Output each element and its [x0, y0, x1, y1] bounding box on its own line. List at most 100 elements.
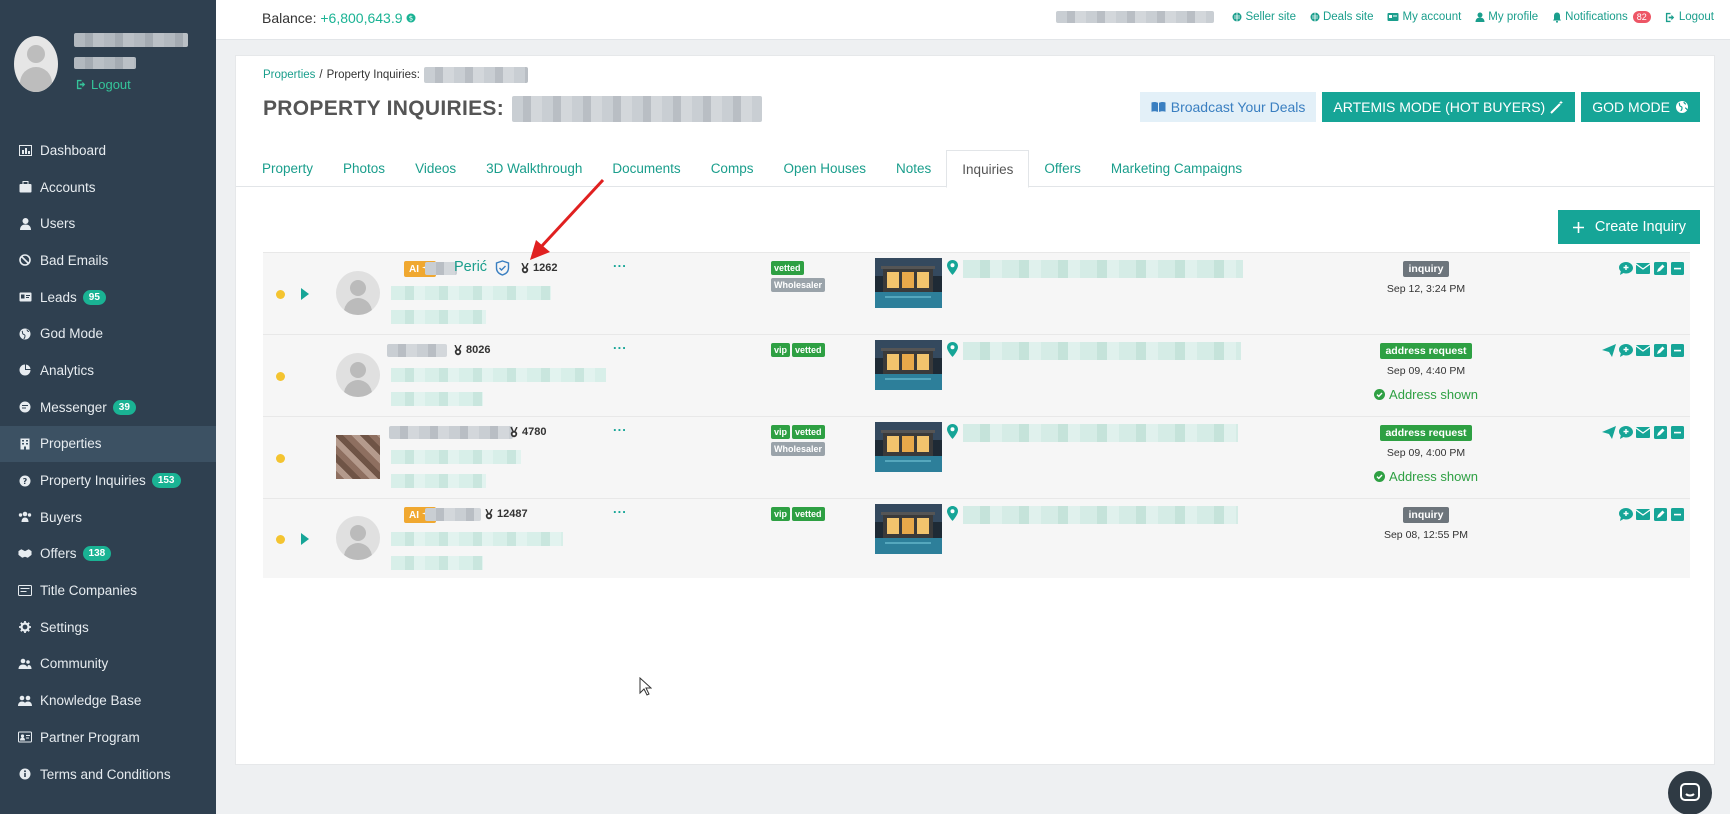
buyer-avatar[interactable]: [336, 516, 380, 560]
email-icon[interactable]: [1636, 507, 1650, 521]
my-account-link[interactable]: My account: [1387, 11, 1461, 23]
buyer-avatar[interactable]: [336, 435, 380, 479]
tab-3d-walkthrough[interactable]: 3D Walkthrough: [471, 150, 597, 187]
buyer-name-redacted: [425, 262, 457, 275]
buyer-email-redacted: [391, 450, 521, 464]
my-profile-label: My profile: [1488, 11, 1539, 23]
status-dot: [276, 535, 285, 544]
buyer-score: 4780: [509, 426, 546, 438]
tab-videos[interactable]: Videos: [400, 150, 471, 187]
buyer-name-link[interactable]: Perić: [454, 259, 487, 275]
broadcast-deals-button[interactable]: Broadcast Your Deals: [1139, 92, 1317, 122]
email-icon[interactable]: [1636, 343, 1650, 357]
tab-offers[interactable]: Offers: [1029, 150, 1096, 187]
support-chat-button[interactable]: [1668, 771, 1712, 814]
chat-icon: [18, 400, 32, 414]
sidebar-item-partner-program[interactable]: Partner Program: [0, 719, 216, 756]
globe-icon: [1232, 12, 1242, 22]
buyer-avatar[interactable]: [336, 271, 380, 315]
send-icon[interactable]: [1602, 343, 1616, 357]
table-row[interactable]: 4780... vip vetted Wholesaler address reque…: [263, 416, 1690, 498]
send-icon[interactable]: [1602, 425, 1616, 439]
expand-row-icon[interactable]: [301, 533, 309, 545]
deals-site-link[interactable]: Deals site: [1310, 11, 1373, 23]
sidebar-item-analytics[interactable]: Analytics: [0, 352, 216, 389]
sidebar-item-bad-emails[interactable]: Bad Emails: [0, 242, 216, 279]
tab-open-houses[interactable]: Open Houses: [768, 150, 881, 187]
property-thumbnail[interactable]: [875, 340, 942, 390]
buyer-tags: vetted Wholesaler: [771, 261, 826, 292]
sidebar-item-label: Settings: [40, 619, 89, 635]
property-thumbnail[interactable]: [875, 422, 942, 472]
god-mode-button[interactable]: GOD MODE: [1581, 92, 1700, 122]
tab-marketing-campaigns[interactable]: Marketing Campaigns: [1096, 150, 1257, 187]
collapse-icon[interactable]: [1670, 343, 1684, 357]
edit-icon[interactable]: [1653, 507, 1667, 521]
add-message-icon[interactable]: [1619, 425, 1633, 439]
edit-icon[interactable]: [1653, 425, 1667, 439]
buyer-tag: vetted: [792, 425, 825, 439]
tab-notes[interactable]: Notes: [881, 150, 946, 187]
more-options-button[interactable]: ...: [613, 337, 627, 352]
email-icon[interactable]: [1636, 425, 1650, 439]
sidebar-item-properties[interactable]: Properties: [0, 425, 216, 463]
sidebar-item-knowledge-base[interactable]: Knowledge Base: [0, 682, 216, 719]
sidebar-item-dashboard[interactable]: Dashboard: [0, 132, 216, 169]
check-circle-icon: [1374, 471, 1386, 482]
more-options-button[interactable]: ...: [613, 255, 627, 270]
tab-documents[interactable]: Documents: [597, 150, 695, 187]
sidebar-item-god-mode[interactable]: God Mode: [0, 315, 216, 352]
balance-label: Balance:: [262, 10, 317, 26]
table-row[interactable]: 8026... vip vetted address request Sep 09,…: [263, 334, 1690, 416]
more-options-button[interactable]: ...: [613, 501, 627, 516]
buyer-phone-redacted: [391, 310, 486, 324]
artemis-mode-button[interactable]: ARTEMIS MODE (HOT BUYERS): [1322, 92, 1576, 122]
buyer-avatar[interactable]: [336, 353, 380, 397]
sidebar-item-messenger[interactable]: Messenger 39: [0, 389, 216, 426]
medal-icon: [510, 426, 518, 437]
collapse-icon[interactable]: [1670, 261, 1684, 275]
sidebar-item-users[interactable]: Users: [0, 205, 216, 242]
breadcrumb-separator: /: [319, 69, 323, 81]
sidebar-item-property-inquiries[interactable]: ? Property Inquiries 153: [0, 462, 216, 499]
notifications-label: Notifications: [1565, 11, 1628, 23]
notifications-link[interactable]: Notifications 82: [1552, 11, 1651, 23]
ban-icon: [18, 253, 32, 267]
broadcast-deals-label: Broadcast Your Deals: [1170, 99, 1306, 115]
add-message-icon[interactable]: [1619, 343, 1633, 357]
create-inquiry-button[interactable]: Create Inquiry: [1557, 210, 1700, 244]
add-message-icon[interactable]: [1619, 507, 1633, 521]
tab-comps[interactable]: Comps: [696, 150, 769, 187]
tab-property[interactable]: Property: [247, 150, 328, 187]
my-profile-link[interactable]: My profile: [1475, 11, 1538, 23]
email-icon[interactable]: [1636, 261, 1650, 275]
buyer-score-value: 8026: [466, 344, 491, 356]
top-logout-link[interactable]: Logout: [1665, 11, 1714, 23]
tab-photos[interactable]: Photos: [328, 150, 400, 187]
sidebar-item-offers[interactable]: Offers 138: [0, 536, 216, 573]
user-avatar[interactable]: [14, 36, 58, 92]
property-thumbnail[interactable]: [875, 258, 942, 308]
sidebar-item-accounts[interactable]: Accounts: [0, 169, 216, 206]
more-options-button[interactable]: ...: [613, 419, 627, 434]
table-row[interactable]: AI 12487... vip vetted inquiry Sep 08, 12:…: [263, 498, 1690, 578]
property-thumbnail[interactable]: [875, 504, 942, 554]
edit-icon[interactable]: [1653, 261, 1667, 275]
sidebar-logout-link[interactable]: Logout: [76, 77, 131, 92]
table-row[interactable]: AI Perić 1262... vetted Wholesaler inquiry …: [263, 252, 1690, 334]
tab-inquiries[interactable]: Inquiries: [946, 150, 1030, 188]
seller-site-link[interactable]: Seller site: [1232, 11, 1296, 23]
collapse-icon[interactable]: [1670, 425, 1684, 439]
collapse-icon[interactable]: [1670, 507, 1684, 521]
inquiry-status: inquiry Sep 08, 12:55 PM: [1363, 507, 1489, 541]
sidebar-item-terms-and-conditions[interactable]: Terms and Conditions: [0, 756, 216, 793]
sidebar-item-settings[interactable]: Settings: [0, 609, 216, 646]
sidebar-item-leads[interactable]: Leads 95: [0, 279, 216, 316]
sidebar-item-title-companies[interactable]: Title Companies: [0, 572, 216, 609]
sidebar-item-community[interactable]: Community: [0, 646, 216, 683]
edit-icon[interactable]: [1653, 343, 1667, 357]
sidebar-item-buyers[interactable]: Buyers: [0, 499, 216, 536]
add-message-icon[interactable]: [1619, 261, 1633, 275]
expand-row-icon[interactable]: [301, 288, 309, 300]
breadcrumb-properties-link[interactable]: Properties: [263, 69, 315, 81]
